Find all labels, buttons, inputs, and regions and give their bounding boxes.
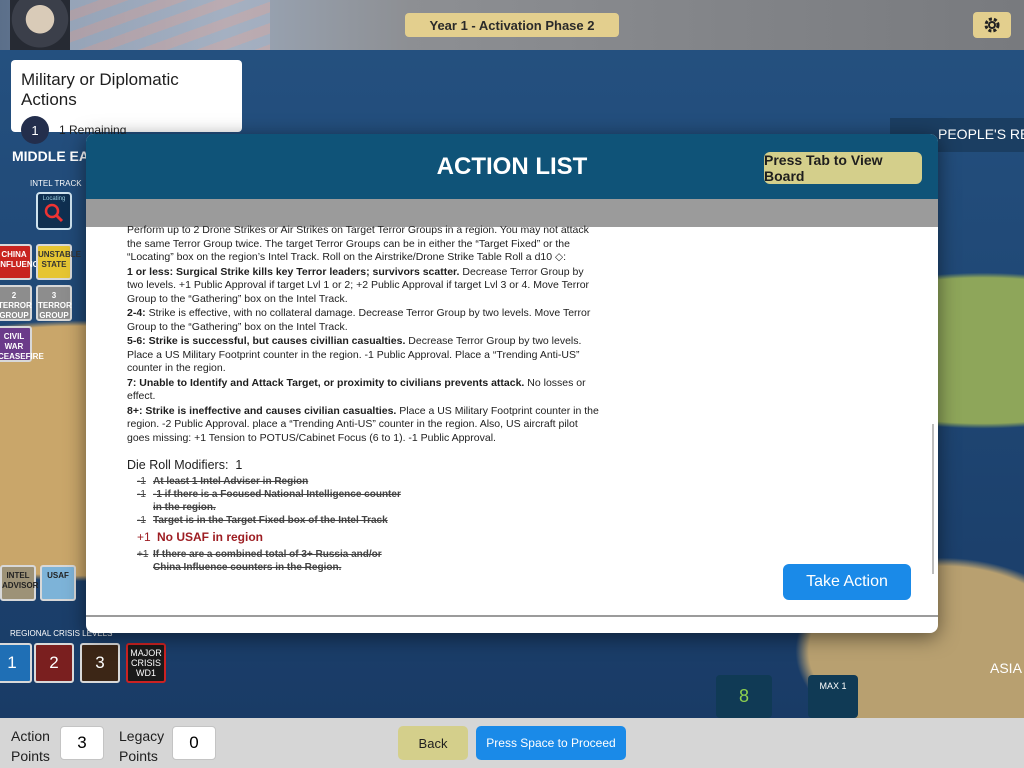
modal-bottom-divider xyxy=(86,615,938,617)
modifiers-total: 1 xyxy=(235,458,243,472)
flag-background xyxy=(70,0,270,50)
action-points-value: 3 xyxy=(60,726,104,760)
usaf-tile[interactable]: USAF xyxy=(40,565,76,601)
result-2: 2-4: Strike is effective, with no collat… xyxy=(127,307,591,333)
president-portrait xyxy=(10,0,70,55)
back-button[interactable]: Back xyxy=(398,726,468,760)
crisis-level-2[interactable]: 2 xyxy=(34,643,74,683)
modifier-item: -1 At least 1 Intel Adviser in Region xyxy=(137,475,309,487)
legacy-points-value: 0 xyxy=(172,726,216,760)
d10-icon: ◇: xyxy=(555,251,567,263)
view-board-button[interactable]: Press Tab to View Board xyxy=(764,152,922,184)
magnifier-icon xyxy=(44,203,64,223)
terror-group-3-tile[interactable]: 3 TERROR GROUP xyxy=(36,285,72,321)
max-tile[interactable]: MAX 1 xyxy=(808,675,858,718)
intel-track-label: INTEL TRACK xyxy=(30,179,82,188)
civil-war-tile[interactable]: CIVIL WAR CEASEFIRE xyxy=(0,326,44,362)
crisis-level-1[interactable]: 1 xyxy=(0,643,32,683)
gear-icon xyxy=(984,17,1000,33)
modal-scrollbar[interactable] xyxy=(932,424,934,574)
modifier-item: -1 Target is in the Target Fixed box of t… xyxy=(137,514,388,526)
terror-group-2-tile[interactable]: 2 TERROR GROUP xyxy=(0,285,32,321)
unstable-state-tile[interactable]: UNSTABLE STATE xyxy=(36,244,81,280)
proceed-button[interactable]: Press Space to Proceed xyxy=(476,726,626,760)
action-list-modal: ACTION LIST Press Tab to View Board Perf… xyxy=(86,134,938,633)
modal-title: ACTION LIST xyxy=(436,152,588,180)
phase-indicator: Year 1 - Activation Phase 2 xyxy=(405,13,619,37)
crisis-major[interactable]: MAJOR CRISIS WD1 xyxy=(126,643,166,683)
intro-text: Perform up to 2 Drone Strikes or Air Str… xyxy=(127,224,589,263)
modifier-item: -1 -1 if there is a Focused National Inte… xyxy=(137,488,401,513)
legacy-points-label: Legacy Points xyxy=(119,728,165,764)
crisis-level-3[interactable]: 3 xyxy=(80,643,120,683)
actions-title: Military or Diplomatic Actions xyxy=(21,70,179,109)
modifiers-heading: Die Roll Modifiers: 1 xyxy=(127,458,243,472)
modifier-item-active: +1 No USAF in region xyxy=(137,529,263,544)
action-points-label: Action Points xyxy=(11,728,50,764)
actions-card: Military or Diplomatic Actions 1 1 Remai… xyxy=(11,60,242,144)
take-action-button[interactable]: Take Action xyxy=(783,564,911,600)
modal-divider xyxy=(86,199,938,227)
modifiers-list: -1 At least 1 Intel Adviser in Region -1-… xyxy=(127,475,602,574)
result-5: 8+: Strike is ineffective and causes civ… xyxy=(127,404,599,444)
settings-button[interactable] xyxy=(973,12,1011,38)
result-3: 5-6: Strike is successful, but causes ci… xyxy=(127,335,582,374)
asia-label: ASIA xyxy=(990,660,1022,676)
modifier-item: +1 If there are a combined total of 3+ Ru… xyxy=(137,548,382,573)
result-4: 7: Unable to Identify and Attack Target,… xyxy=(127,376,586,403)
actions-count-badge: 1 xyxy=(21,116,49,144)
china-influence-tile[interactable]: CHINA INFLUENCE xyxy=(0,244,44,280)
intel-advisor-tile[interactable]: INTEL ADVISOR xyxy=(0,565,38,601)
locating-box[interactable]: Locating xyxy=(36,192,72,230)
action-description: Perform up to 2 Drone Strikes or Air Str… xyxy=(127,224,602,604)
counter-tile[interactable]: 8 xyxy=(716,675,772,718)
result-1: 1 or less: Surgical Strike kills key Ter… xyxy=(127,265,590,305)
